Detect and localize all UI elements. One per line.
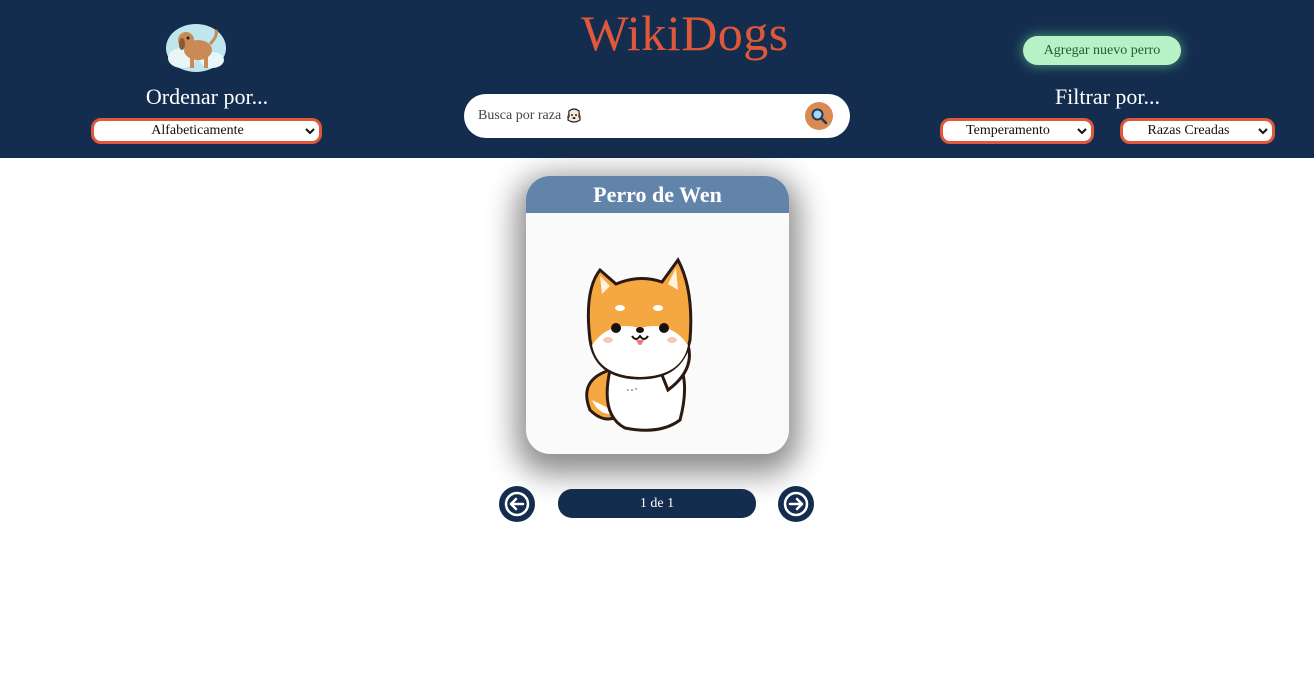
page-title: WikiDogs [581,5,789,61]
search-input[interactable]: Busca por raza [464,94,850,138]
search-icon [811,108,828,125]
dog-logo-icon [166,24,226,72]
previous-page-button[interactable] [499,486,535,522]
arrow-left-icon [504,491,530,517]
filter-label: Filtrar por... [1054,84,1161,109]
sort-label: Ordenar por... [145,84,269,109]
chevron-down-icon [1073,127,1091,135]
breeds-select-value: Razas Creadas [1147,123,1230,138]
chevron-down-icon [1254,127,1272,135]
next-page-button[interactable] [778,486,814,522]
dog-card[interactable]: Perro de Wen [526,176,789,454]
shiba-dog-illustration [585,257,693,432]
add-dog-button[interactable]: Agregar nuevo perro [1023,36,1181,65]
arrow-right-icon [783,491,809,517]
chevron-down-icon [301,127,319,135]
temperament-select[interactable]: Temperamento [940,118,1094,144]
search-placeholder: Busca por raza [478,107,583,125]
sort-select-value: Alfabeticamente [151,123,244,138]
page-indicator: 1 de 1 [558,489,756,518]
temperament-select-value: Temperamento [966,123,1050,138]
dog-card-title: Perro de Wen [526,176,789,213]
dog-face-icon [567,108,582,123]
search-placeholder-text: Busca por raza [478,108,562,123]
header: Ordenar por... Alfabeticamente WikiDogs … [0,0,1314,158]
breeds-select[interactable]: Razas Creadas [1120,118,1275,144]
sort-select[interactable]: Alfabeticamente [91,118,322,144]
search-button[interactable] [805,102,833,130]
